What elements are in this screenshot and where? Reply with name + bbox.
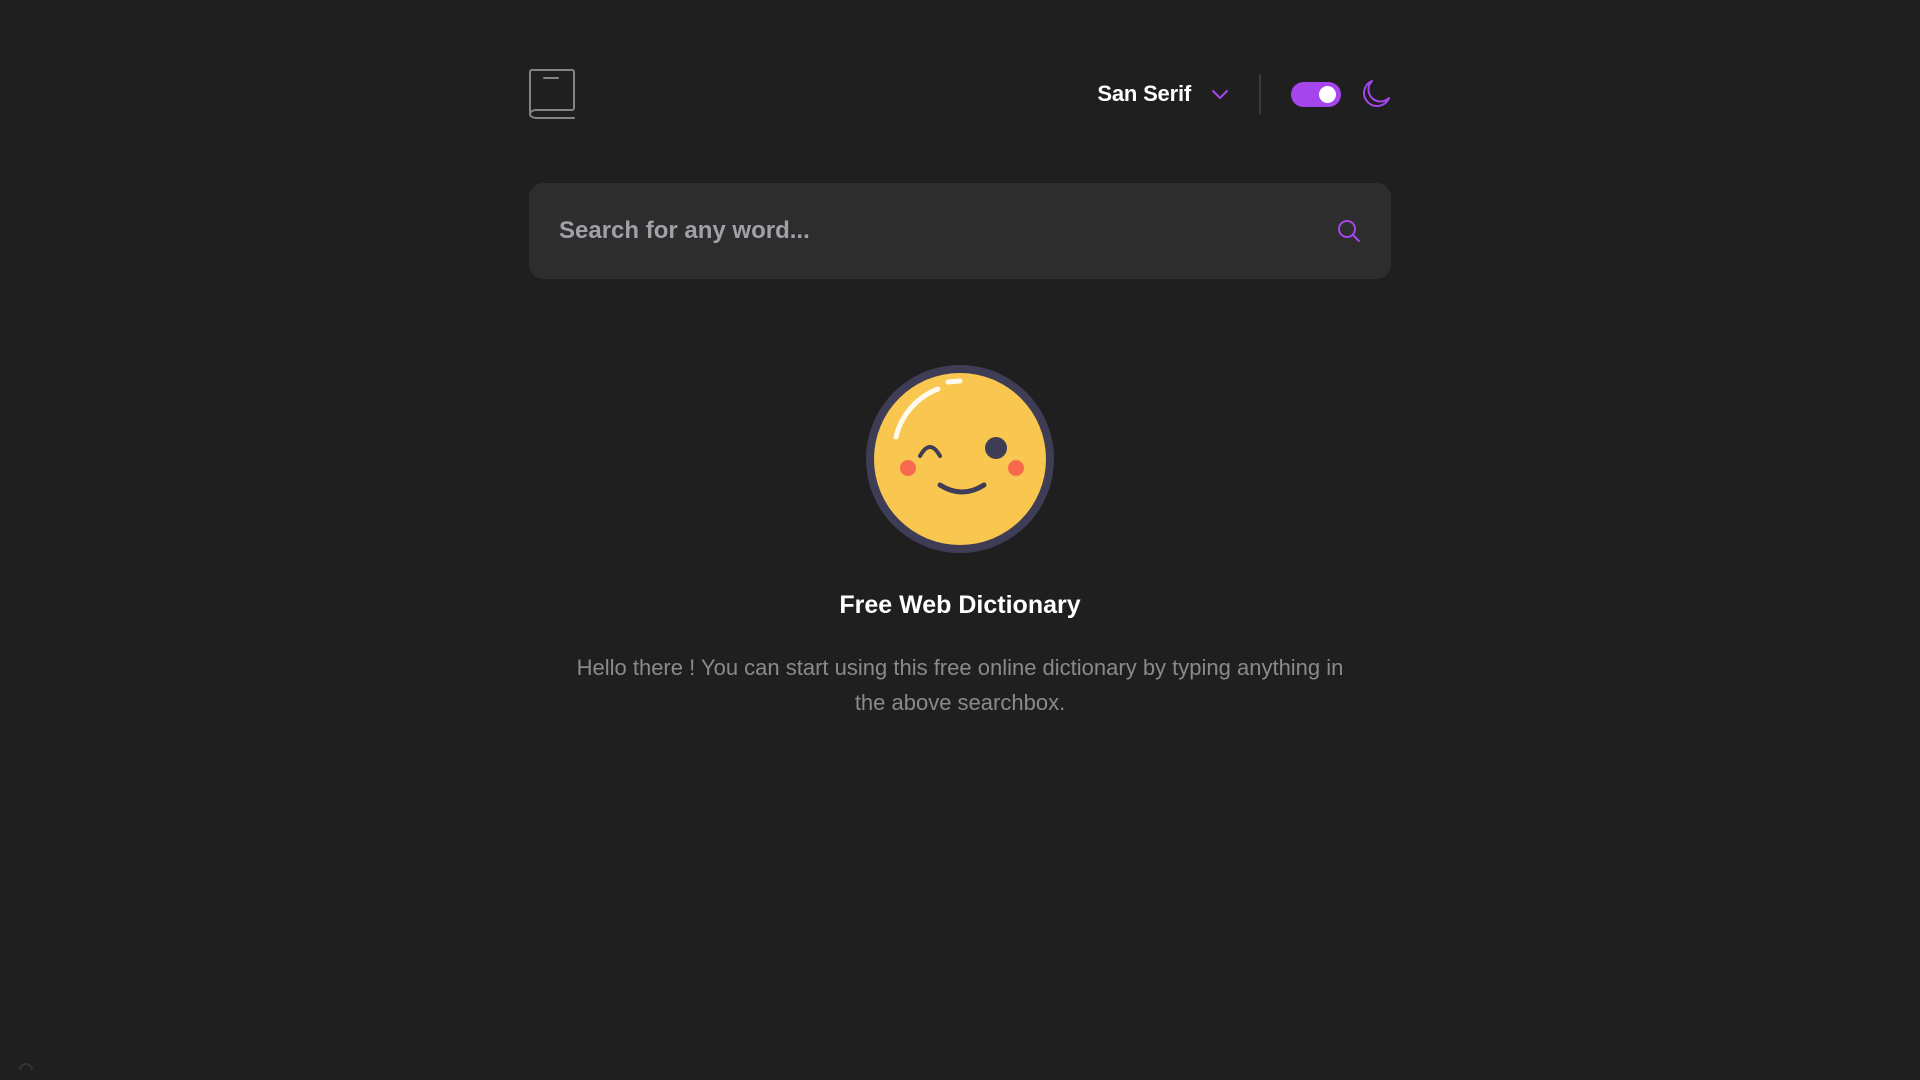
smiling-emoji-icon	[866, 365, 1054, 553]
search-icon[interactable]	[1337, 219, 1361, 243]
header-divider	[1259, 74, 1261, 114]
theme-toggle[interactable]	[1291, 81, 1341, 107]
welcome-title: Free Web Dictionary	[839, 591, 1081, 619]
toggle-knob	[1319, 85, 1336, 103]
font-selector[interactable]: San Serif	[1097, 81, 1229, 107]
dictionary-app: San Serif Search for any word... Free We…	[0, 0, 1920, 1080]
chevron-down-icon	[1211, 88, 1229, 100]
corner-icon	[18, 1058, 34, 1071]
welcome-text: Hello there ! You can start using this f…	[576, 655, 1344, 715]
app-header: San Serif	[529, 66, 1391, 122]
search-input[interactable]	[559, 183, 1319, 279]
header-controls: San Serif	[1097, 66, 1391, 122]
moon-icon	[1361, 79, 1391, 109]
font-selector-label: San Serif	[1097, 81, 1191, 106]
search-bar	[529, 183, 1391, 279]
welcome-message: Free Web Dictionary Hello there ! You ca…	[529, 365, 1391, 720]
book-icon	[529, 69, 575, 119]
